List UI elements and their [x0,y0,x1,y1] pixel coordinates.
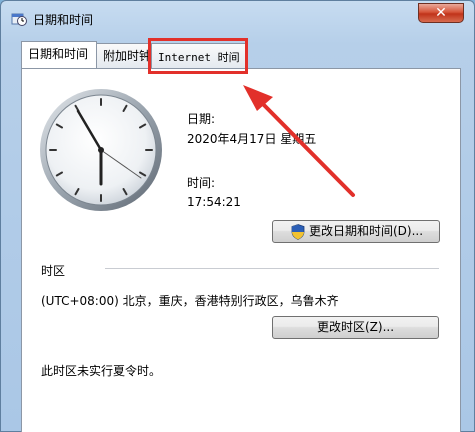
tab-additional-clocks[interactable]: 附加时钟 [96,43,152,68]
annotation-highlight-box [148,38,248,74]
date-value: 2020年4月17日 星期五 [187,132,317,146]
shield-icon [291,224,305,240]
close-icon: ✕ [435,5,447,21]
time-label: 时间: [187,176,216,190]
change-date-time-label: 更改日期和时间(D)... [308,224,424,238]
date-time-app-icon [11,13,27,26]
tab-date-and-time[interactable]: 日期和时间 [21,41,97,68]
clock-icon [40,89,162,211]
date-time-dialog: 日期和时间 ✕ 日期和时间 附加时钟 Internet 时间 日期: 2020年… [0,0,475,432]
change-date-time-button[interactable]: 更改日期和时间(D)... [272,220,440,243]
window-title: 日期和时间 [33,13,94,27]
date-label: 日期: [187,112,216,126]
timezone-value: (UTC+08:00) 北京，重庆，香港特别行政区，乌鲁木齐 [41,294,339,308]
timezone-section-label: 时区 [41,264,66,278]
timezone-divider [105,268,439,269]
change-timezone-button[interactable]: 更改时区(Z)... [272,316,439,339]
time-value: 17:54:21 [187,195,241,209]
title-bar[interactable]: 日期和时间 ✕ [1,1,474,35]
dst-note: 此时区未实行夏令时。 [41,364,162,378]
close-button[interactable]: ✕ [418,3,464,23]
